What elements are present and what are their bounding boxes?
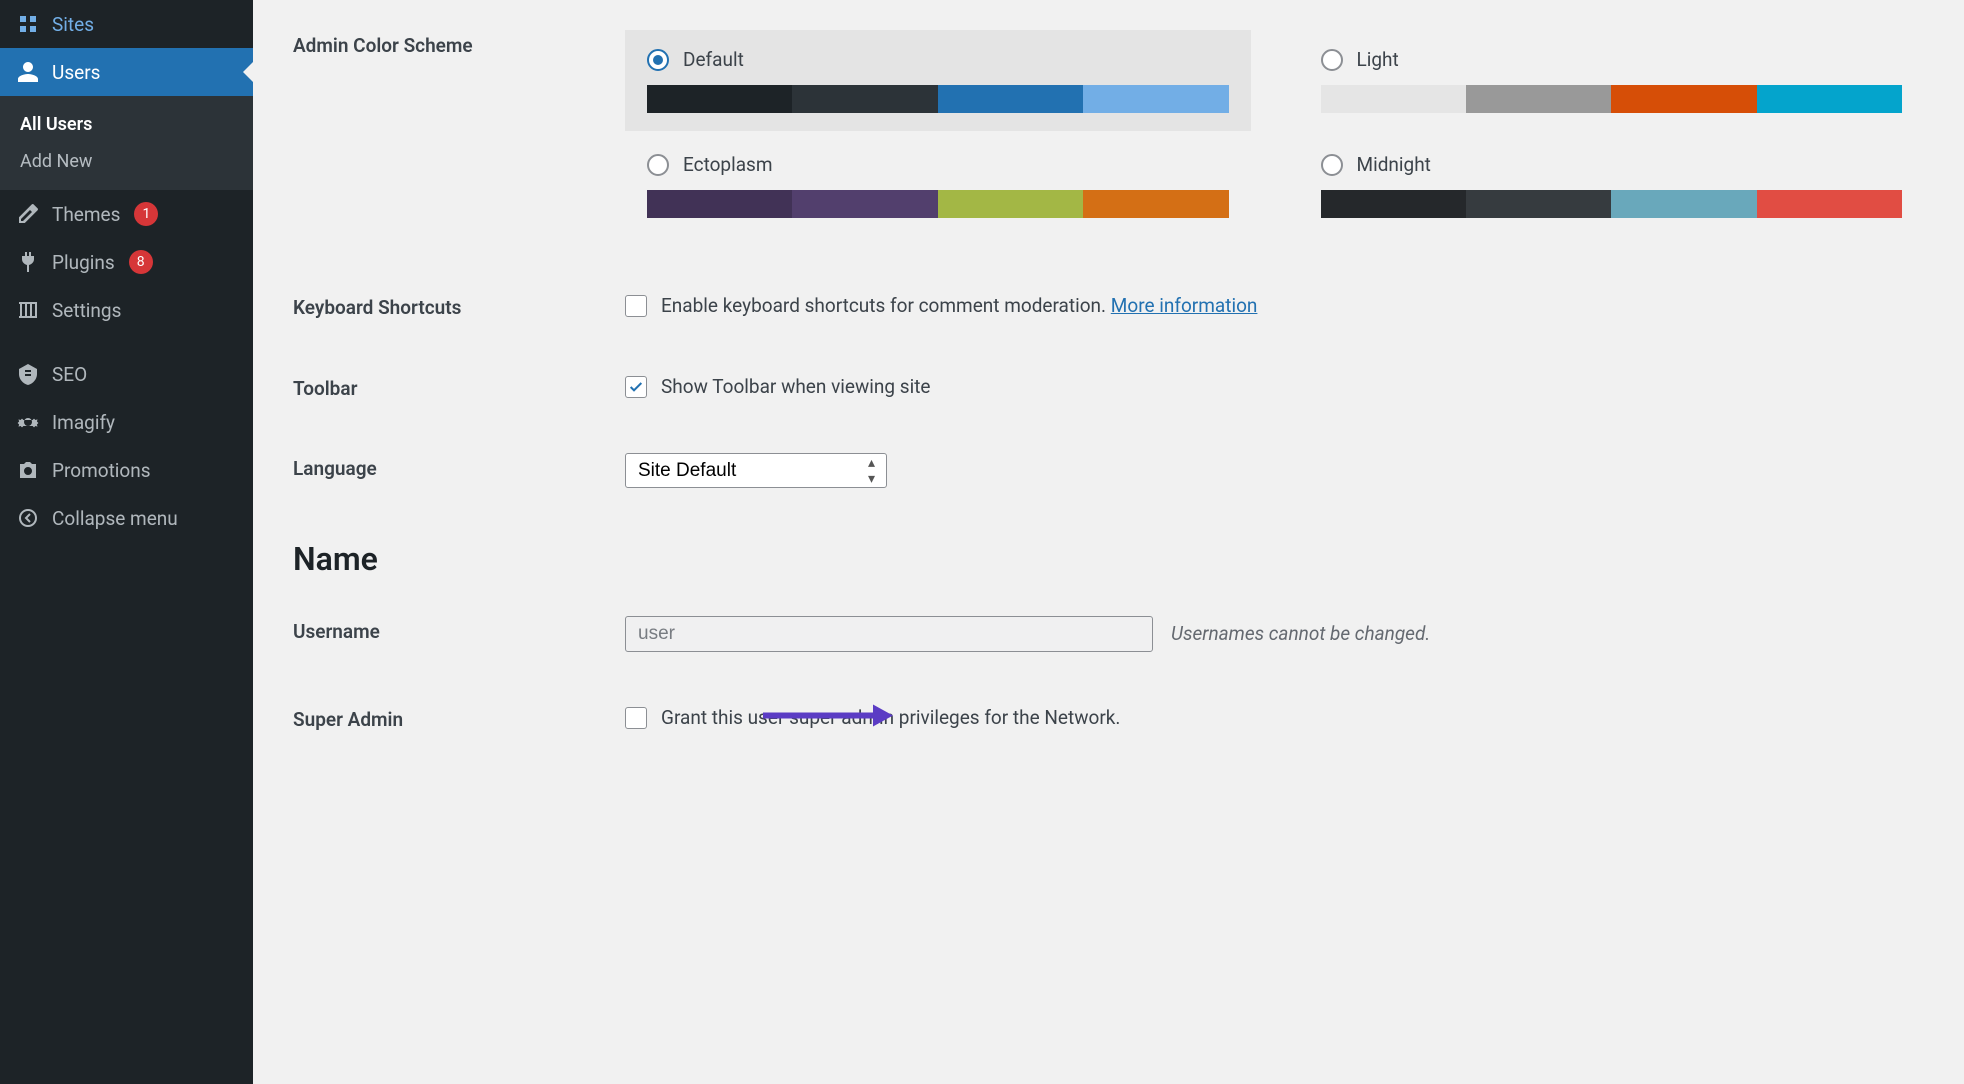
super-admin-checkbox[interactable] xyxy=(625,707,647,729)
more-information-link[interactable]: More information xyxy=(1111,292,1258,321)
sidebar-item-imagify[interactable]: Imagify xyxy=(0,398,253,446)
language-label: Language xyxy=(293,453,625,480)
sidebar-item-seo[interactable]: SEO xyxy=(0,350,253,398)
sidebar-item-plugins[interactable]: Plugins 8 xyxy=(0,238,253,286)
username-desc: Usernames cannot be changed. xyxy=(1171,620,1430,649)
sidebar-item-promotions[interactable]: Promotions xyxy=(0,446,253,494)
username-input xyxy=(625,616,1153,652)
sidebar-item-label: Plugins xyxy=(52,251,115,274)
keyboard-shortcuts-text: Enable keyboard shortcuts for comment mo… xyxy=(661,292,1106,321)
swatch-row-light xyxy=(1321,85,1903,113)
keyboard-shortcuts-label: Keyboard Shortcuts xyxy=(293,292,625,319)
plugins-update-badge: 8 xyxy=(129,250,153,274)
toolbar-text: Show Toolbar when viewing site xyxy=(661,373,930,402)
sidebar-item-sites[interactable]: Sites xyxy=(0,0,253,48)
seo-icon xyxy=(16,362,40,386)
sidebar-item-label: Promotions xyxy=(52,459,151,482)
radio-icon xyxy=(647,49,669,71)
plugins-icon xyxy=(16,250,40,274)
arrow-annotation xyxy=(763,701,893,736)
color-scheme-ectoplasm[interactable]: Ectoplasm xyxy=(625,135,1251,236)
sidebar-item-label: SEO xyxy=(52,363,87,386)
sidebar-item-label: Themes xyxy=(52,203,120,226)
sidebar-item-label: Imagify xyxy=(52,411,115,434)
settings-icon xyxy=(16,298,40,322)
sidebar-item-users[interactable]: Users xyxy=(0,48,253,96)
radio-icon xyxy=(647,154,669,176)
sites-icon xyxy=(16,12,40,36)
language-select[interactable]: Site Default xyxy=(625,453,887,488)
swatch-row-ectoplasm xyxy=(647,190,1229,218)
toolbar-checkbox[interactable] xyxy=(625,376,647,398)
check-icon xyxy=(628,379,644,395)
main-content: Admin Color Scheme Default xyxy=(253,0,1964,1084)
admin-sidebar: Sites Users All Users Add New Themes 1 P… xyxy=(0,0,253,1084)
color-scheme-default[interactable]: Default xyxy=(625,30,1251,131)
themes-update-badge: 1 xyxy=(134,202,158,226)
imagify-icon xyxy=(16,410,40,434)
color-scheme-light[interactable]: Light xyxy=(1299,30,1925,131)
sidebar-submenu-users: All Users Add New xyxy=(0,96,253,190)
toolbar-label: Toolbar xyxy=(293,373,625,400)
radio-icon xyxy=(1321,154,1343,176)
promotions-icon xyxy=(16,458,40,482)
name-heading: Name xyxy=(293,540,1924,578)
sidebar-item-themes[interactable]: Themes 1 xyxy=(0,190,253,238)
sidebar-item-label: Users xyxy=(52,61,100,84)
sidebar-item-label: Settings xyxy=(52,299,121,322)
themes-icon xyxy=(16,202,40,226)
super-admin-label: Super Admin xyxy=(293,704,625,731)
color-scheme-midnight[interactable]: Midnight xyxy=(1299,135,1925,236)
radio-icon xyxy=(1321,49,1343,71)
swatch-row-default xyxy=(647,85,1229,113)
collapse-label: Collapse menu xyxy=(52,507,178,530)
users-icon xyxy=(16,60,40,84)
admin-color-scheme-label: Admin Color Scheme xyxy=(293,30,625,57)
sidebar-item-settings[interactable]: Settings xyxy=(0,286,253,334)
collapse-icon xyxy=(16,506,40,530)
sidebar-sub-all-users[interactable]: All Users xyxy=(0,106,253,143)
swatch-row-midnight xyxy=(1321,190,1903,218)
username-label: Username xyxy=(293,616,625,643)
collapse-menu-button[interactable]: Collapse menu xyxy=(0,494,253,542)
sidebar-sub-add-new[interactable]: Add New xyxy=(0,143,253,180)
keyboard-shortcuts-checkbox[interactable] xyxy=(625,295,647,317)
sidebar-item-label: Sites xyxy=(52,13,94,36)
